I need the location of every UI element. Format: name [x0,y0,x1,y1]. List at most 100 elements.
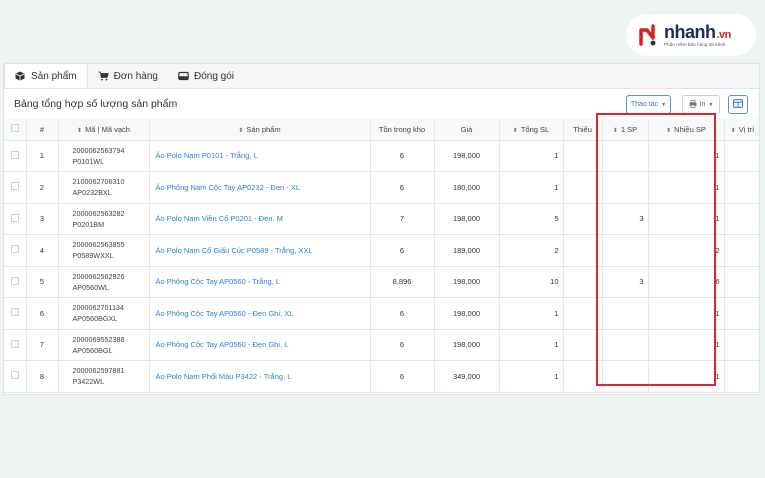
chevron-down-icon: ▼ [708,101,714,108]
row-number: 8 [26,360,59,393]
product-name-link[interactable]: Áo Phông Cộc Tay AP0560 - Trắng, L [149,266,371,298]
multi-sp-cell: 1 [648,203,725,235]
brand-name: nhanh [664,21,716,42]
product-code-cell: 2000062562926 AP0560WL [58,266,150,298]
row-number: 6 [26,297,59,330]
table-row: 3 2000062563282 P0201BM Áo Polo Nam Viền Cổ… [4,203,759,235]
tab-products[interactable]: Sản phẩm [4,64,88,88]
tab-packing[interactable]: Đóng gói [168,64,244,88]
product-name-link[interactable]: Áo Polo Nam Cổ Giấu Cúc P0589 - Trắng, X… [149,234,371,267]
product-name-link[interactable]: Áo Polo Nam Phối Màu P3422 - Trắng, L [149,360,371,393]
col-header-price: Giá [434,119,500,141]
product-name-link[interactable]: Áo Phông Cộc Tay AP0560 - Đen Ghi, XL [149,297,371,330]
row-number: 4 [26,234,59,267]
col-header-one-sp[interactable]: ⬍ 1 SP [602,119,649,141]
row-select-cell [4,329,27,361]
stock-cell: 6 [370,171,435,204]
tab-packing-label: Đóng gói [193,70,234,82]
nhanh-logo-icon [638,24,660,46]
missing-cell [563,297,603,330]
print-label: In [699,101,706,108]
stock-cell: 8,896 [370,266,435,298]
row-checkbox[interactable] [10,371,19,380]
row-checkbox[interactable] [10,308,19,317]
col-header-stock: Tồn trong kho [370,119,435,141]
table-row: 5 2000062562926 AP0560WL Áo Phông Cộc Tay A… [4,266,759,298]
multi-sp-cell: 2 [648,234,725,267]
product-code-cell: 2000062701134 AP0560BGXL [58,297,150,330]
package-icon [178,71,189,81]
row-checkbox[interactable] [10,213,19,222]
row-select-cell [4,140,27,172]
row-select-cell [4,266,27,298]
missing-cell [563,203,603,235]
row-checkbox[interactable] [10,182,19,191]
product-name-link[interactable]: Áo Polo Nam Viền Cổ P0201 - Đen, M [149,203,371,235]
product-code-cell: 2100062706310 AP0232BXL [58,171,150,204]
col-header-multi-sp[interactable]: ⬍ Nhiều SP [648,119,725,141]
stock-cell: 6 [370,329,435,361]
tab-orders[interactable]: Đơn hàng [88,64,168,88]
select-all-cell [4,119,27,141]
table-row: 2 2100062706310 AP0232BXL Áo Phông Nam Cộc … [4,171,759,204]
product-barcode: 2000062563855 [72,240,125,250]
total-qty-cell: 1 [499,360,564,393]
col-header-total[interactable]: ⬍ Tổng SL [499,119,564,141]
row-select-cell [4,360,27,393]
row-checkbox[interactable] [10,150,19,159]
one-sp-cell [602,171,649,204]
total-qty-cell: 1 [499,297,564,330]
toolbar: Bảng tổng hợp số lượng sản phẩm Thao tác… [4,89,759,119]
product-name-link[interactable]: Áo Phông Nam Cộc Tay AP0232 - Đen - XL [149,171,371,204]
row-select-cell [4,297,27,330]
tab-products-label: Sản phẩm [31,70,77,82]
column-settings-button[interactable] [728,95,748,114]
sort-icon: ⬍ [730,127,736,134]
missing-cell [563,140,603,172]
product-sku: P0101WL [72,156,105,166]
row-checkbox[interactable] [10,245,19,254]
select-all-checkbox[interactable] [10,124,19,133]
multi-sp-cell: 1 [648,297,725,330]
product-code-cell: 2000062597881 P3422WL [58,360,150,393]
print-button[interactable]: In ▼ [682,95,720,114]
price-cell: 180,000 [434,171,500,204]
col-header-product[interactable]: ⬍ Sản phẩm [149,119,371,141]
product-code-cell: 2000062563794 P0101WL [58,140,150,172]
total-qty-cell: 1 [499,171,564,204]
location-cell [724,329,759,361]
missing-cell [563,329,603,361]
price-cell: 198,000 [434,140,500,172]
col-header-location[interactable]: ⬍ Vị trí [724,119,759,141]
box-icon [15,71,25,81]
product-sku: P3422WL [72,377,105,387]
price-cell: 198,000 [434,329,500,361]
sort-icon: ⬍ [238,127,244,134]
columns-icon [733,99,743,110]
product-name-link[interactable]: Áo Polo Nam P0101 - Trắng, L [149,140,371,172]
cart-icon [98,71,109,81]
row-select-cell [4,234,27,267]
report-panel: Sản phẩm Đơn hàng Đóng gói Bảng tổng hợp… [3,63,760,395]
product-sku: P0201BM [72,219,105,229]
col-header-num: # [26,119,59,141]
product-name-link[interactable]: Áo Phông Cộc Tay AP0560 - Đen Ghi, L [149,329,371,361]
one-sp-cell [602,329,649,361]
row-checkbox[interactable] [10,339,19,348]
price-cell: 349,000 [434,360,500,393]
product-barcode: 2000062562926 [72,271,125,281]
total-qty-cell: 10 [499,266,564,298]
total-qty-cell: 1 [499,140,564,172]
one-sp-cell [602,297,649,330]
product-sku: AP0232BXL [72,188,112,198]
row-checkbox[interactable] [10,276,19,285]
actions-label: Thao tác [630,101,659,108]
actions-dropdown-button[interactable]: Thao tác ▼ [626,95,671,114]
row-number: 1 [26,140,59,172]
total-qty-cell: 2 [499,234,564,267]
col-header-code[interactable]: ⬍ Mã | Mã vạch [58,119,150,141]
stock-cell: 7 [370,203,435,235]
one-sp-cell: 3 [602,266,649,298]
brand-tagline: Phần mềm bán hàng đa kênh [664,41,726,47]
row-number: 7 [26,329,59,361]
